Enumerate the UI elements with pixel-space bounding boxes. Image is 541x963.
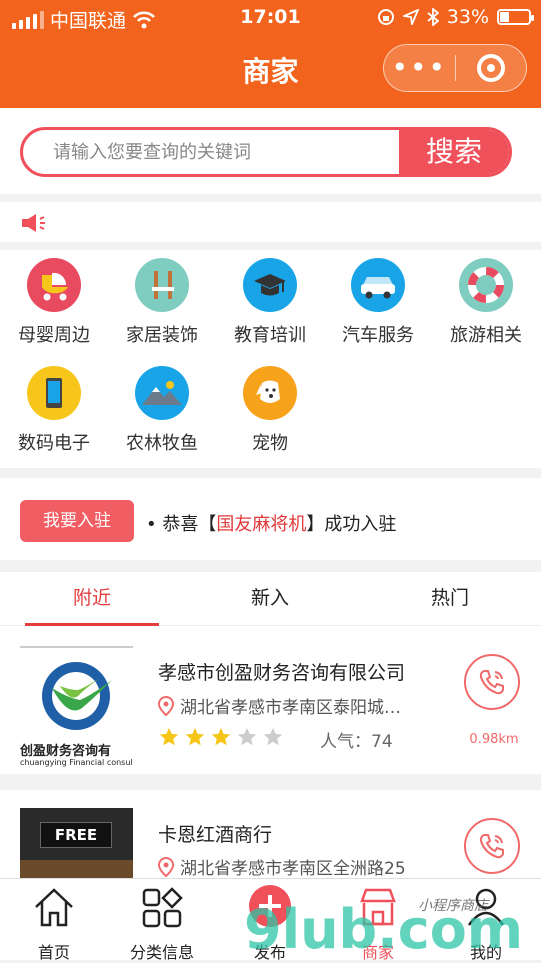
call-button[interactable] [464, 818, 520, 874]
watermark-subtext: 小程序商店 [418, 898, 490, 914]
car-icon [351, 258, 405, 312]
logo-text: 创盈财务咨询有 [20, 744, 112, 759]
megaphone-icon [22, 214, 45, 232]
target-icon [476, 54, 505, 82]
announce-suffix: 】成功入驻 [306, 514, 397, 535]
category-label: 汽车服务 [342, 325, 414, 346]
chair-icon [135, 258, 189, 312]
merchant-address: 湖北省孝感市孝南区全洲路25 [158, 854, 406, 878]
category-item[interactable]: 农林牧鱼 [108, 366, 216, 455]
tab-popular[interactable]: 热门 [383, 572, 517, 626]
category-label: 母婴周边 [18, 325, 90, 346]
mountain-icon [135, 366, 189, 420]
mini-program-capsule: ••• [383, 44, 527, 92]
battery-icon [497, 9, 534, 25]
announce-prefix: 恭喜【 [162, 514, 217, 535]
category-item[interactable]: 家居装饰 [108, 258, 216, 347]
merchant-card[interactable]: 创盈财务咨询有 chuangying Financial consult 孝感市… [0, 626, 541, 774]
dog-icon [243, 366, 297, 420]
join-announcement: • 恭喜【国友麻将机】成功入驻 [146, 510, 396, 536]
star-filled-icon [159, 727, 179, 746]
tabbar-category[interactable]: 分类信息 [108, 879, 216, 962]
popularity: 人气：74 [320, 732, 393, 752]
search-bar: 搜索 [20, 127, 512, 177]
more-menu-icon[interactable]: ••• [384, 46, 455, 90]
phone-icon [27, 366, 81, 420]
address-text: 湖北省孝感市孝南区泰阳城… [180, 698, 401, 718]
category-label: 农林牧鱼 [126, 433, 198, 454]
location-pin-icon [158, 695, 174, 716]
category-label: 家居装饰 [126, 325, 198, 346]
join-section: 我要入驻 • 恭喜【国友麻将机】成功入驻 [0, 478, 541, 560]
bluetooth-icon [427, 8, 439, 26]
graduation-cap-icon [243, 258, 297, 312]
star-empty-icon [263, 727, 283, 746]
rating-stars [158, 726, 284, 748]
category-item[interactable]: 旅游相关 [432, 258, 540, 347]
notice-bar [0, 202, 541, 242]
merchant-address: 湖北省孝感市孝南区泰阳城… [158, 693, 401, 718]
battery-percent: 33% [446, 6, 489, 28]
top-bar: 中国联通 17:01 33% 商家 ••• [0, 0, 541, 108]
category-grid: 母婴周边 家居装饰 教育培训 汽车服务 旅游相关 数码电子 农林牧鱼 宠物 [0, 250, 541, 468]
tabbar-home[interactable]: 首页 [0, 879, 108, 962]
tab-new[interactable]: 新入 [203, 572, 337, 626]
category-label: 数码电子 [18, 433, 90, 454]
merchant-name[interactable]: 孝感市创盈财务咨询有限公司 [158, 658, 405, 685]
category-label: 教育培训 [234, 325, 306, 346]
search-input[interactable] [23, 130, 403, 174]
category-label: 旅游相关 [450, 325, 522, 346]
watermark-logo: 9lub.com 小程序商店 [244, 898, 523, 960]
stroller-icon [27, 258, 81, 312]
shop-sign: FREE [40, 822, 112, 848]
category-grid-icon [142, 887, 183, 928]
merchant-name[interactable]: 卡恩红酒商行 [158, 820, 272, 847]
phone-call-icon [479, 670, 504, 695]
tabbar-label: 分类信息 [129, 943, 194, 962]
close-mini-program-button[interactable] [456, 54, 527, 82]
rotation-lock-icon [377, 9, 394, 25]
category-label: 宠物 [252, 433, 288, 454]
call-button[interactable] [464, 654, 520, 710]
tabbar-label: 首页 [37, 943, 70, 962]
star-filled-icon [211, 727, 231, 746]
logo-subtext: chuangying Financial consult [20, 758, 133, 767]
location-pin-icon [158, 856, 174, 877]
location-arrow-icon [402, 9, 419, 25]
merchant-tabs: 附近 新入 热门 [0, 572, 541, 626]
distance: 0.98km [469, 732, 519, 747]
category-item[interactable]: 教育培训 [216, 258, 324, 347]
category-item[interactable]: 汽车服务 [324, 258, 432, 347]
tab-nearby[interactable]: 附近 [25, 572, 159, 626]
merchant-card[interactable]: FREE 卡恩红酒商行 湖北省孝感市孝南区全洲路25 [0, 790, 541, 878]
category-item[interactable]: 数码电子 [0, 366, 108, 455]
star-filled-icon [185, 727, 205, 746]
life-ring-icon [459, 258, 513, 312]
address-text: 湖北省孝感市孝南区全洲路25 [180, 859, 406, 878]
merchant-logo: 创盈财务咨询有 chuangying Financial consult [20, 646, 133, 768]
category-item[interactable]: 宠物 [216, 366, 324, 455]
merchant-photo: FREE [20, 808, 133, 878]
bullet: • [146, 514, 163, 535]
new-merchant-name[interactable]: 国友麻将机 [216, 514, 306, 535]
category-item[interactable]: 母婴周边 [0, 258, 108, 347]
status-bar: 中国联通 17:01 33% [0, 0, 541, 36]
phone-call-icon [479, 834, 504, 859]
search-button[interactable]: 搜索 [399, 130, 509, 174]
home-icon [35, 888, 73, 927]
star-empty-icon [237, 727, 257, 746]
search-section: 搜索 [0, 108, 541, 194]
join-button[interactable]: 我要入驻 [20, 500, 134, 542]
